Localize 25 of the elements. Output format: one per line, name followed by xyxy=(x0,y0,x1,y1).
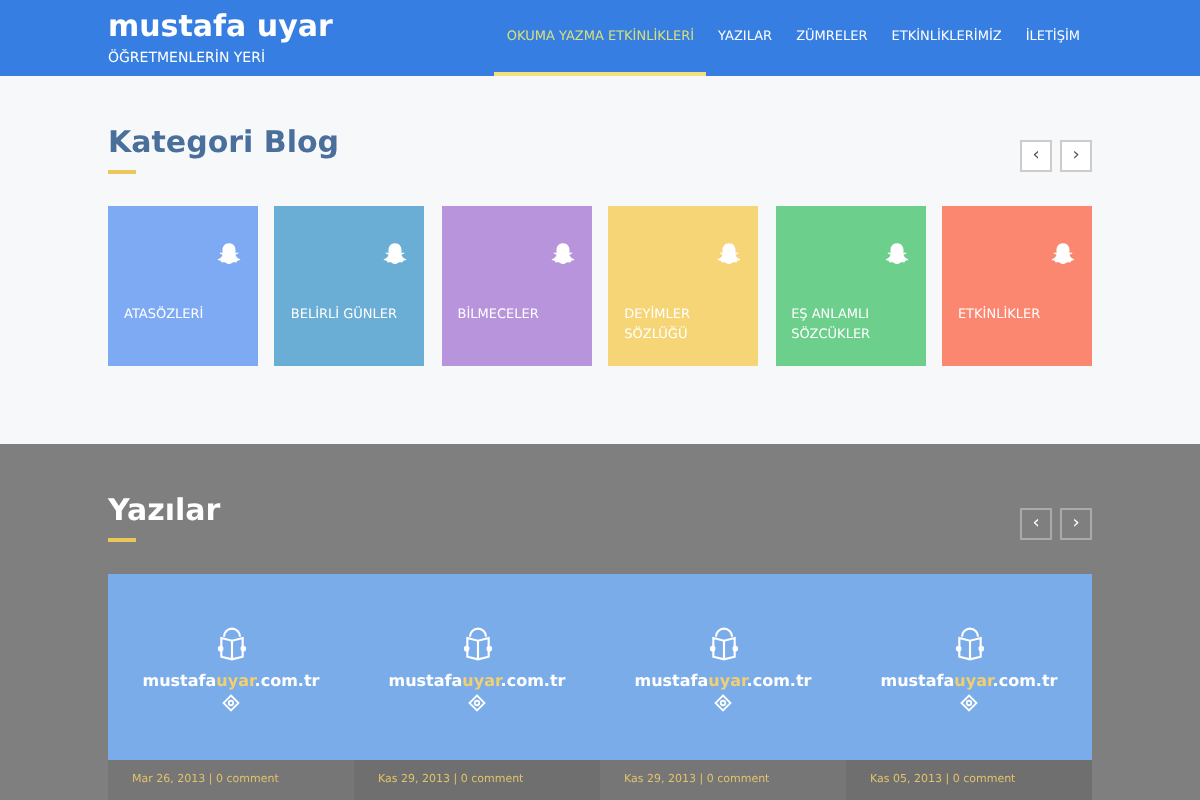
reader-icon xyxy=(215,622,247,662)
previous-button[interactable]: ‹ xyxy=(1020,140,1052,172)
ghost-icon xyxy=(883,242,910,269)
reader-icon xyxy=(953,622,985,662)
tag-icon xyxy=(468,694,486,712)
next-button[interactable]: › xyxy=(1060,140,1092,172)
section-title: Yazılar xyxy=(108,492,221,528)
section-title: Kategori Blog xyxy=(108,124,340,160)
site-title[interactable]: mustafa uyar xyxy=(108,12,333,42)
previous-button[interactable]: ‹ xyxy=(1020,508,1052,540)
next-button[interactable]: › xyxy=(1060,508,1092,540)
site-logo-text: mustafauyar.com.tr xyxy=(880,670,1058,694)
ghost-icon xyxy=(1049,242,1076,269)
site-logo-text: mustafauyar.com.tr xyxy=(142,670,320,694)
ghost-icon xyxy=(382,242,409,269)
tag-icon xyxy=(714,694,732,712)
ghost-icon xyxy=(716,242,743,269)
site-logo-text: mustafauyar.com.tr xyxy=(634,670,812,694)
tag-icon xyxy=(960,694,978,712)
tag-icon xyxy=(222,694,240,712)
site-logo-text: mustafauyar.com.tr xyxy=(388,670,566,694)
reader-icon xyxy=(707,622,739,662)
ghost-icon xyxy=(216,242,242,269)
ghost-icon xyxy=(549,242,576,269)
reader-icon xyxy=(461,622,493,662)
